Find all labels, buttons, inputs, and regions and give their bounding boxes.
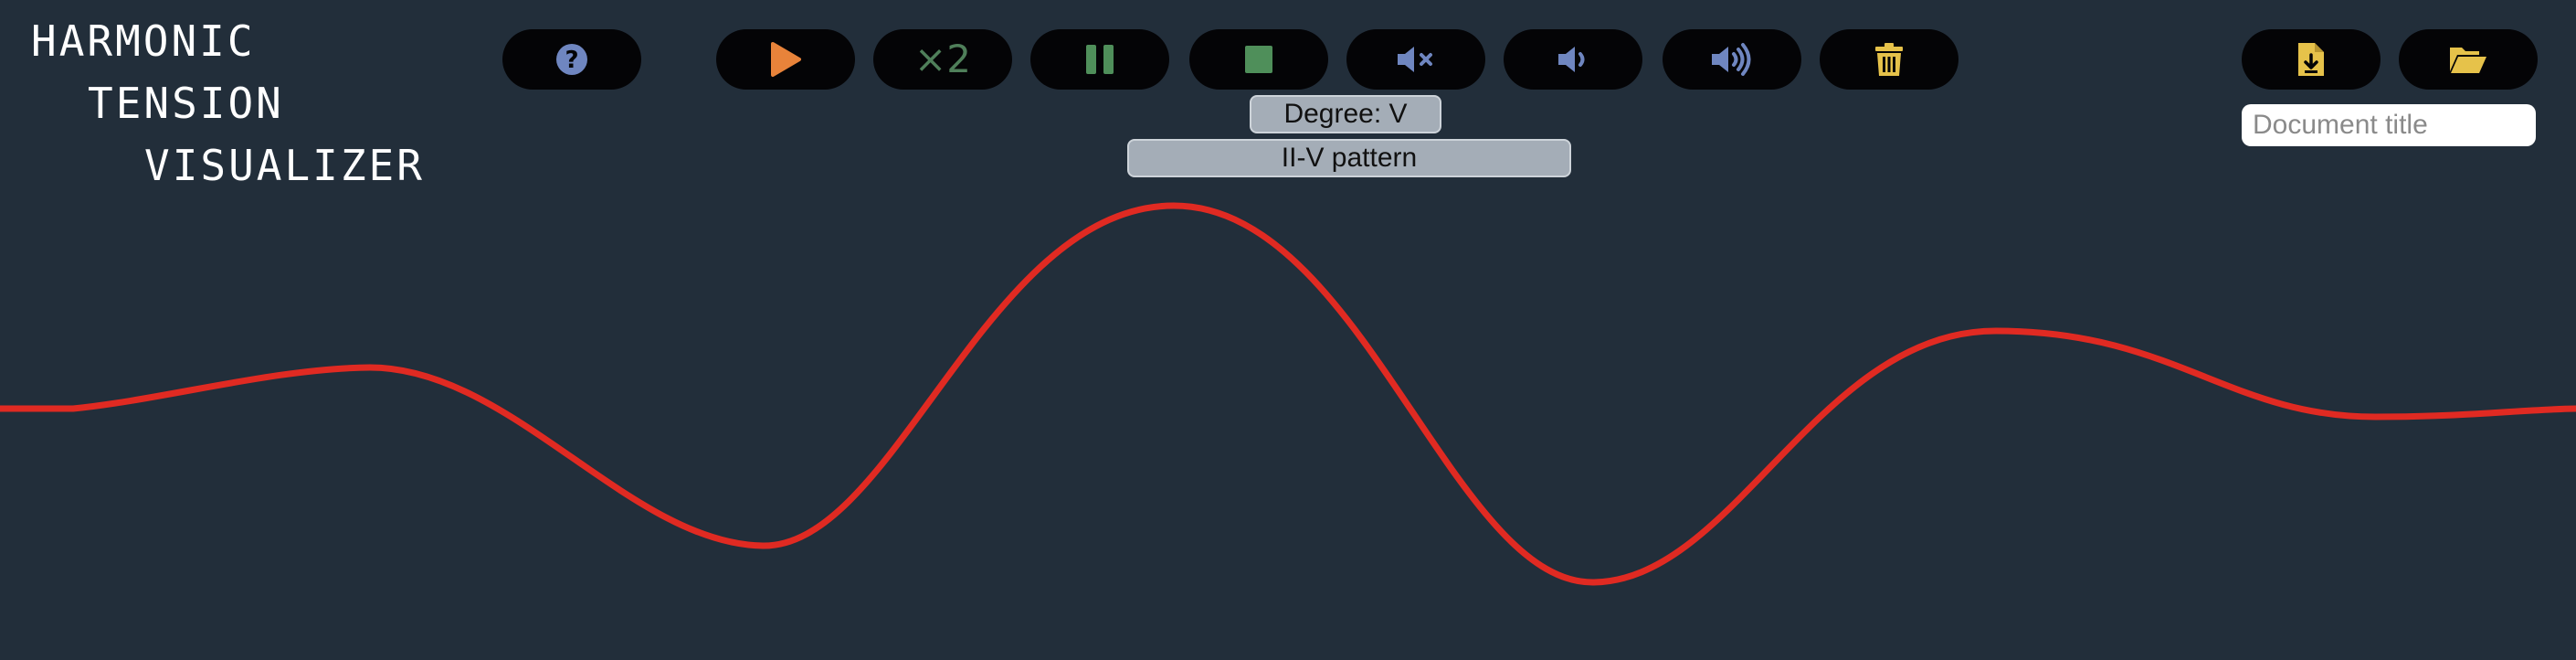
tension-wave-line [0,202,2576,586]
tension-waveform [0,202,2576,586]
